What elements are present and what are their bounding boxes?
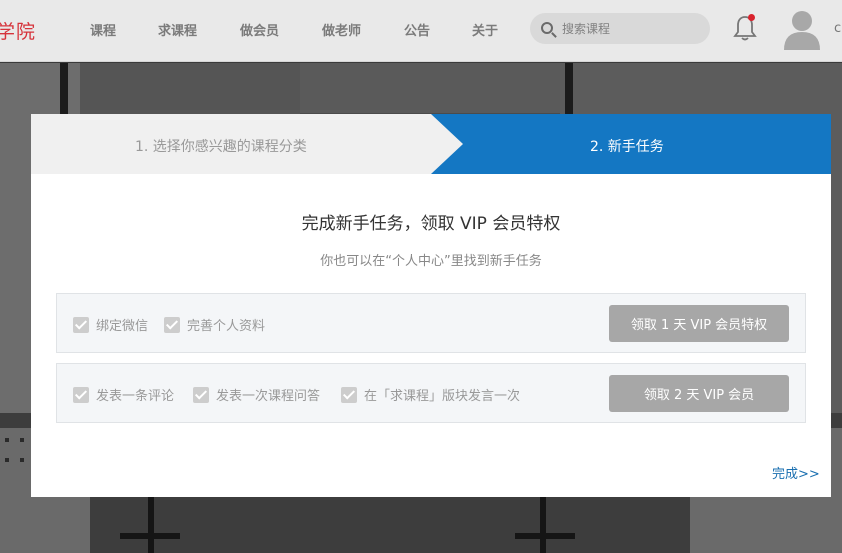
newbie-task-modal: 1. 选择你感兴趣的课程分类 2. 新手任务 完成新手任务，领取 VIP 会员特… [31,114,831,497]
task-checkbox-bind-wechat[interactable]: 绑定微信 [73,315,148,334]
modal-subtitle: 你也可以在“个人中心”里找到新手任务 [320,254,542,269]
checkbox-checked-icon [341,386,357,403]
checkbox-checked-icon [73,386,89,403]
claim-2-day-vip-button[interactable]: 领取 2 天 VIP 会员 [609,375,789,412]
user-name[interactable]: c [834,21,841,36]
done-link[interactable]: 完成>> [772,463,820,482]
task-label: 绑定微信 [96,319,149,334]
nav-item-teacher[interactable]: 做老师 [322,20,361,39]
search-icon[interactable] [541,22,553,34]
step-indicator: 1. 选择你感兴趣的课程分类 2. 新手任务 [31,114,831,174]
task-checkbox-request-section-post[interactable]: 在「求课程」版块发言一次 [341,385,520,404]
task-label: 完善个人资料 [187,319,266,334]
task-label: 在「求课程」版块发言一次 [364,389,521,404]
checkbox-checked-icon [73,316,89,333]
nav-item-membership[interactable]: 做会员 [240,20,279,39]
step-arrow-divider [431,114,463,174]
task-group-2: 发表一条评论 发表一次课程问答 在「求课程」版块发言一次 领取 2 天 VIP … [56,363,806,423]
task-group-1: 绑定微信 完善个人资料 领取 1 天 VIP 会员特权 [56,293,806,353]
step-1-label: 1. 选择你感兴趣的课程分类 [135,139,307,155]
notification-dot [748,14,755,21]
nav-item-courses[interactable]: 课程 [90,20,116,39]
site-logo[interactable]: 学院 [0,17,36,44]
task-label: 发表一次课程问答 [216,389,321,404]
nav-item-announcements[interactable]: 公告 [404,20,430,39]
claim-1-day-vip-button[interactable]: 领取 1 天 VIP 会员特权 [609,305,789,342]
search-box [530,13,710,44]
modal-title: 完成新手任务，领取 VIP 会员特权 [301,214,561,234]
checkbox-checked-icon [193,386,209,403]
task-checkbox-complete-profile[interactable]: 完善个人资料 [164,315,265,334]
nav-item-request-course[interactable]: 求课程 [158,20,197,39]
nav-item-about[interactable]: 关于 [472,20,498,39]
top-navigation-bar: 学院 课程 求课程 做会员 做老师 公告 关于 c [0,0,842,62]
search-input[interactable] [562,19,702,38]
user-avatar-icon[interactable] [782,8,822,50]
task-checkbox-course-qa[interactable]: 发表一次课程问答 [193,385,320,404]
task-label: 发表一条评论 [96,389,175,404]
checkbox-checked-icon [164,316,180,333]
task-checkbox-post-comment[interactable]: 发表一条评论 [73,385,174,404]
step-2-label: 2. 新手任务 [590,139,664,155]
